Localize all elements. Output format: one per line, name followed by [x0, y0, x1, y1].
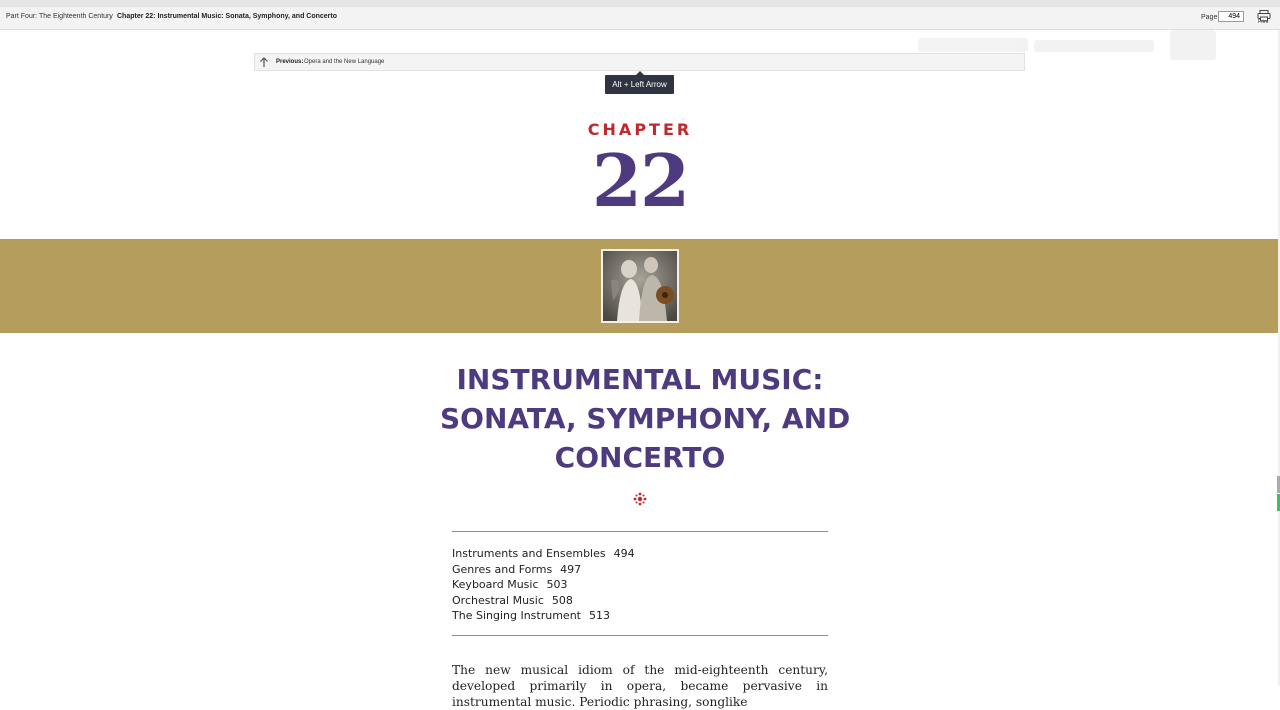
divider [452, 531, 828, 532]
breadcrumb-chapter: Chapter 22: Instrumental Music: Sonata, … [117, 13, 338, 20]
chapter-number: 22 [591, 138, 690, 223]
chapter-label: CHAPTER [587, 120, 693, 139]
keyboard-shortcut-tooltip: Alt + Left Arrow [605, 75, 674, 94]
toc-item[interactable]: Instruments and Ensembles 494 [452, 546, 635, 562]
chapter-title-line: SONATA, SYMPHONY, AND [440, 402, 851, 435]
breadcrumb-part[interactable]: Part Four: The Eighteenth Century [6, 13, 113, 20]
toc-item-page: 513 [588, 609, 610, 622]
chapter-title: INSTRUMENTAL MUSIC: SONATA, SYMPHONY, AN… [440, 360, 851, 477]
ornament-icon [633, 492, 647, 506]
page-label: Page [1201, 14, 1218, 21]
window-top-strip [0, 0, 1280, 7]
body-paragraph: The new musical idiom of the mid-eightee… [452, 663, 828, 709]
toc-item[interactable]: Orchestral Music 508 [452, 593, 635, 609]
chapter-title-line: INSTRUMENTAL MUSIC: [456, 363, 824, 396]
chapter-contents: Instruments and Ensembles 494 Genres and … [452, 546, 635, 624]
toc-item[interactable]: Genres and Forms 497 [452, 562, 635, 578]
toc-item[interactable]: The Singing Instrument 513 [452, 608, 635, 624]
chapter-opener-image [601, 249, 679, 323]
toc-item-page: 508 [551, 593, 573, 607]
chevron-right-icon: › [109, 12, 112, 21]
print-label: Print [1258, 19, 1269, 25]
chapter-title-line: CONCERTO [554, 441, 726, 474]
toc-item-title: The Singing Instrument [452, 609, 581, 622]
previous-label: Previous: [276, 59, 304, 65]
toc-item-page: 494 [613, 547, 635, 560]
toc-item-title: Genres and Forms [452, 562, 553, 576]
toc-item-page: 497 [560, 562, 582, 576]
toc-item-title: Instruments and Ensembles [452, 547, 606, 560]
toc-item-title: Keyboard Music [452, 578, 539, 591]
page-number-input[interactable] [1218, 11, 1244, 22]
arrow-up-icon [260, 57, 268, 67]
toc-item-page: 503 [546, 578, 568, 591]
toc-item-title: Orchestral Music [452, 593, 544, 607]
previous-chapter-link[interactable]: Opera and the New Language [304, 59, 384, 65]
divider [452, 635, 828, 636]
toc-item[interactable]: Keyboard Music 503 [452, 577, 635, 593]
